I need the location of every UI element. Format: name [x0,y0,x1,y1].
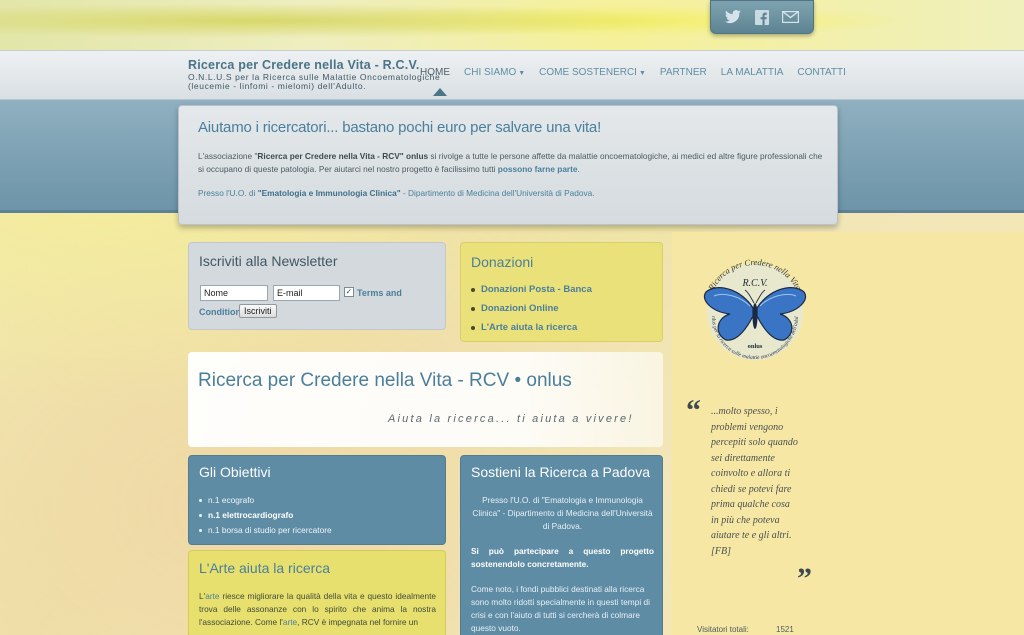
sidebar-quote: ...molto spesso, i problemi vengono perc… [711,406,798,557]
hero-panel [188,352,663,447]
hero-tagline: Aiuta la ricerca... ti aiuta a vivere! [388,413,634,425]
terms-checkbox[interactable]: ✓ [344,287,354,297]
bullet-icon [199,498,202,502]
donation-link-label: Donazioni Online [481,303,559,314]
email-icon[interactable] [782,9,800,25]
arte-link[interactable]: arte [205,591,219,601]
quote-open-icon: “ [686,394,701,427]
visitors-count: 1521 [776,625,794,634]
hero-title: Ricerca per Credere nella Vita - RCV • o… [198,370,572,391]
nav-active-pointer-icon [433,88,447,96]
intro-title: Aiutamo i ricercatori... bastano pochi e… [198,119,602,136]
arte-title: L'Arte aiuta la ricerca [199,560,331,576]
arte-link[interactable]: arte [283,617,297,627]
bullet-icon [199,513,202,517]
site-subtitle-line2: (leucemie - linfomi - mielomi) dell'Adul… [188,81,367,91]
arte-text-end: , RCV è impegnata nel fornire un [297,617,419,627]
nav-home[interactable]: HOME [420,67,450,78]
objective-item: n.1 ecografo [199,495,332,505]
nav-la-malattia[interactable]: LA MALATTIA [721,67,784,78]
chevron-down-icon: ▼ [638,70,646,77]
intro-text: L'associazione "Ricerca per Credere nell… [198,150,823,176]
chevron-down-icon: ▼ [518,70,526,77]
intro-location: Presso l'U.O. di "Ematologia e Immunolog… [198,188,595,198]
logo-rcv-text: R.C.V. [741,278,768,289]
social-bar [710,0,814,34]
donation-link-label: Donazioni Posta - Banca [481,284,592,295]
newsletter-submit-button[interactable]: Iscriviti [239,304,277,318]
donation-link-online[interactable]: Donazioni Online [471,303,592,314]
intro-text-end: . [577,164,580,174]
support-title: Sostieni la Ricerca a Padova [471,464,650,480]
nav-contatti[interactable]: CONTATTI [797,67,846,78]
bullet-icon [199,528,202,532]
nav-contatti-label: CONTATTI [797,67,846,78]
quote-close-icon: ” [797,562,812,595]
newsletter-email-input[interactable] [273,285,340,301]
donations-title: Donazioni [471,254,534,270]
objectives-title: Gli Obiettivi [199,464,271,480]
newsletter-name-input[interactable] [200,285,268,301]
objectives-list: n.1 ecografo n.1 elettrocardiografo n.1 … [199,495,332,540]
terms-link-continued[interactable]: Condition [199,307,241,317]
rcv-butterfly-logo: Ricerca per Credere nella Vita Onlus per… [688,246,820,370]
donation-link-posta-banca[interactable]: Donazioni Posta - Banca [471,284,592,295]
nav-la-malattia-label: LA MALATTIA [720,67,784,78]
nav-partner[interactable]: PARTNER [660,67,707,78]
visitors-label: Visitatori totali: [697,625,749,634]
arte-text: L'arte riesce migliorare la qualità dell… [199,590,436,629]
bullet-icon [471,287,475,292]
terms-link[interactable]: Terms and [357,288,402,298]
donations-list: Donazioni Posta - Banca Donazioni Online… [471,284,592,341]
nav-chi-siamo[interactable]: CHI SIAMO ▼ [464,67,525,78]
intro-text-pre: L'associazione " [198,151,258,161]
objective-label: n.1 elettrocardiografo [208,510,294,520]
facebook-icon[interactable] [753,9,771,25]
objective-label: n.1 ecografo [208,495,255,505]
donation-link-label: L'Arte aiuta la ricerca [481,322,578,333]
main-nav: HOME CHI SIAMO ▼ COME SOSTENERCI ▼ PARTNER… [420,67,860,78]
objective-item: n.1 borsa di studio per ricercatore [199,525,332,535]
bullet-icon [471,306,475,311]
intro-text-bold: Ricerca per Credere nella Vita - RCV" on… [257,151,429,161]
intro-loc-bold: "Ematologia e Immunologia Clinica" [257,188,401,198]
logo-onlus-text: onlus [748,343,763,350]
bullet-icon [471,325,475,330]
nav-come-sostenerci-label: COME SOSTENERCI [539,67,637,78]
join-link[interactable]: possono farne parte [498,164,578,174]
top-decorative-band [0,0,1024,52]
objective-item: n.1 elettrocardiografo [199,510,332,520]
nav-partner-label: PARTNER [659,67,707,78]
objective-label: n.1 borsa di studio per ricercatore [208,525,332,535]
support-location-text: Presso l'U.O. di "Ematologia e Immunolog… [472,495,653,531]
support-body-text: Come noto, i fondi pubblici destinati al… [471,584,650,633]
donation-link-arte[interactable]: L'Arte aiuta la ricerca [471,322,592,333]
twitter-icon[interactable] [724,9,742,25]
support-callout-text: Si può partecipare a questo progetto sos… [471,546,654,569]
nav-home-label: HOME [420,67,450,78]
intro-loc-end: - Dipartimento di Medicina dell'Universi… [400,188,595,198]
intro-loc-pre: Presso l'U.O. di [198,188,258,198]
nav-come-sostenerci[interactable]: COME SOSTENERCI ▼ [539,67,646,78]
nav-chi-siamo-label: CHI SIAMO [464,67,517,78]
site-title[interactable]: Ricerca per Credere nella Vita - R.C.V. [188,58,420,72]
newsletter-title: Iscriviti alla Newsletter [199,253,338,269]
